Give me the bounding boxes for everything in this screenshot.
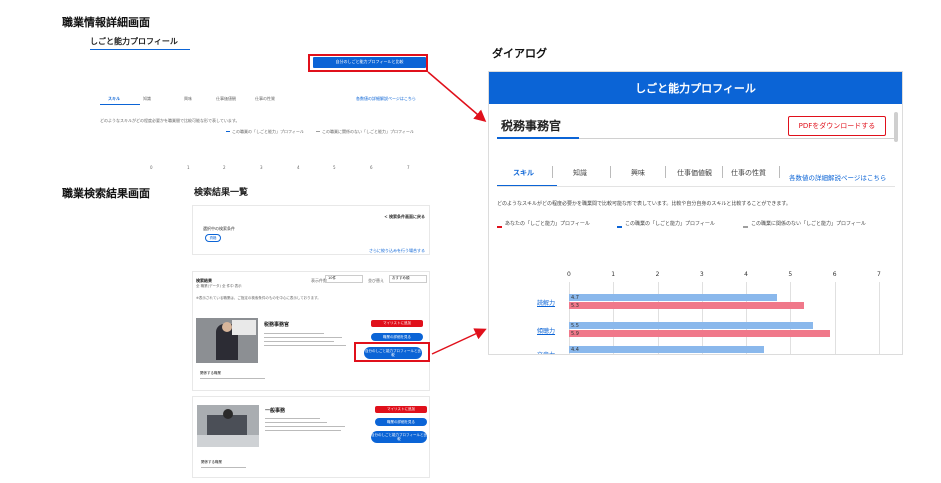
x-grid-line — [746, 282, 748, 354]
bar-value-label: 5.9 — [571, 331, 579, 337]
bar — [569, 302, 804, 309]
x-tick-label: 1 — [611, 271, 616, 278]
skill-bar-chart: 0 1 2 3 4 5 6 7 読解力 4.7 5.3 傾聴力 5.5 5.9 文章力 4.4 — [489, 72, 902, 354]
x-grid-line — [613, 282, 615, 354]
category-label[interactable]: 傾聴力 — [537, 326, 555, 335]
bar-value-label: 5.3 — [571, 303, 579, 309]
bar-value-label: 4.7 — [571, 295, 579, 301]
x-tick-label: 4 — [744, 271, 748, 278]
x-grid-line — [569, 282, 570, 354]
x-tick-label: 3 — [699, 271, 704, 278]
bar-value-label: 4.4 — [571, 347, 579, 353]
x-grid-line — [790, 282, 792, 354]
bar-value-label: 5.5 — [571, 323, 579, 329]
arrow-detail-to-dialog — [427, 71, 487, 122]
x-tick-label: 7 — [877, 271, 881, 278]
x-grid-line — [701, 282, 703, 354]
x-tick-label: 5 — [788, 271, 793, 278]
x-grid-line — [879, 282, 880, 354]
bar — [569, 330, 831, 337]
category-label[interactable]: 文章力 — [537, 350, 555, 354]
x-tick-label: 0 — [567, 271, 571, 278]
bar — [569, 346, 764, 353]
x-tick-label: 6 — [832, 271, 837, 278]
category-label[interactable]: 読解力 — [537, 298, 555, 307]
x-grid-line — [657, 282, 659, 354]
bar — [569, 322, 813, 329]
bar — [569, 294, 778, 301]
x-grid-line — [834, 282, 836, 354]
x-tick-label: 2 — [655, 271, 660, 278]
profile-dialog: しごと能力プロフィール 税務事務官 PDFをダウンロードする スキル 知識 興味… — [488, 71, 903, 355]
arrow-search-to-dialog — [431, 328, 487, 355]
